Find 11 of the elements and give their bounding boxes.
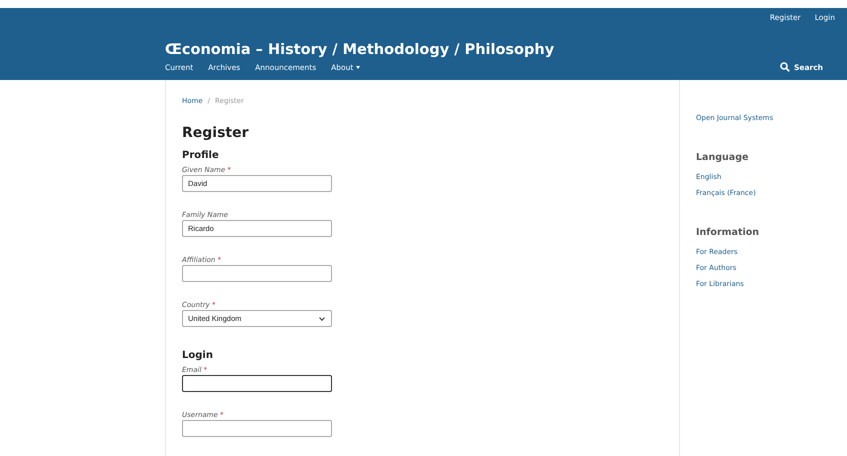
caret-icon (356, 66, 360, 68)
page-heading: Register (182, 124, 250, 143)
input-field[interactable] (182, 265, 332, 282)
journal-title: Œconomia – History / Methodology / Philosophy (165, 41, 556, 60)
input-field[interactable] (182, 375, 332, 392)
input-field[interactable] (182, 420, 332, 437)
sidebar-heading: Information (696, 227, 760, 238)
sidebar-heading: Language (696, 152, 748, 163)
search-icon (780, 62, 790, 72)
section-heading: Login (182, 349, 214, 362)
section-heading: Profile (182, 149, 220, 162)
